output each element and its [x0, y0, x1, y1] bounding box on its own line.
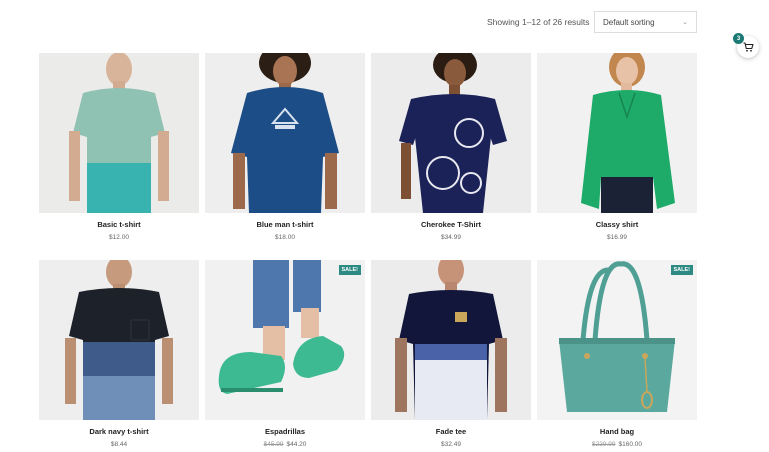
sort-select-value: Default sorting: [603, 17, 655, 27]
product-name[interactable]: Cherokee T-Shirt: [371, 220, 531, 229]
product-price: $8.44: [110, 441, 128, 448]
product-name[interactable]: Blue man t-shirt: [205, 220, 365, 229]
product-card[interactable]: Dark navy t-shirt $8.44: [39, 260, 199, 448]
product-name[interactable]: Fade tee: [371, 427, 531, 436]
product-name[interactable]: Espadrillas: [205, 427, 365, 436]
product-image[interactable]: [537, 53, 697, 213]
product-image[interactable]: [371, 53, 531, 213]
product-image[interactable]: SALE!: [205, 260, 365, 420]
product-name[interactable]: Hand bag: [537, 427, 697, 436]
product-name[interactable]: Dark navy t-shirt: [39, 427, 199, 436]
product-price: $32.49: [441, 441, 461, 448]
product-price: $12.00: [109, 234, 129, 241]
sort-select[interactable]: Default sorting ⌄: [594, 11, 697, 33]
product-price: $18.00: [275, 234, 295, 241]
product-name[interactable]: Classy shirt: [537, 220, 697, 229]
result-count: Showing 1–12 of 26 results: [487, 17, 590, 27]
product-price: $229.99 $160.00: [592, 441, 642, 448]
product-card[interactable]: Basic t-shirt $12.00: [39, 53, 199, 241]
product-price: $45.99 $44.20: [263, 441, 307, 448]
product-card[interactable]: Cherokee T-Shirt $34.99: [371, 53, 531, 241]
product-name[interactable]: Basic t-shirt: [39, 220, 199, 229]
product-card[interactable]: Blue man t-shirt $18.00: [205, 53, 365, 241]
sale-badge: SALE!: [338, 265, 361, 275]
cart-count-badge: 3: [733, 33, 744, 44]
product-image[interactable]: [371, 260, 531, 420]
chevron-down-icon: ⌄: [682, 19, 688, 26]
product-image[interactable]: SALE!: [537, 260, 697, 420]
product-card[interactable]: SALE! Espadrillas $45.99 $44.20: [205, 260, 365, 448]
product-card[interactable]: Classy shirt $16.99: [537, 53, 697, 241]
old-price: $45.99: [263, 441, 284, 448]
old-price: $229.99: [592, 441, 616, 448]
product-price: $16.99: [607, 234, 627, 241]
product-card[interactable]: Fade tee $32.49: [371, 260, 531, 448]
product-price: $34.99: [441, 234, 461, 241]
product-image[interactable]: [39, 260, 199, 420]
sale-badge: SALE!: [670, 265, 693, 275]
product-image[interactable]: [205, 53, 365, 213]
product-card[interactable]: SALE! Hand bag $229.99 $160.00: [537, 260, 697, 448]
product-image[interactable]: [39, 53, 199, 213]
cart-icon: [743, 42, 754, 52]
